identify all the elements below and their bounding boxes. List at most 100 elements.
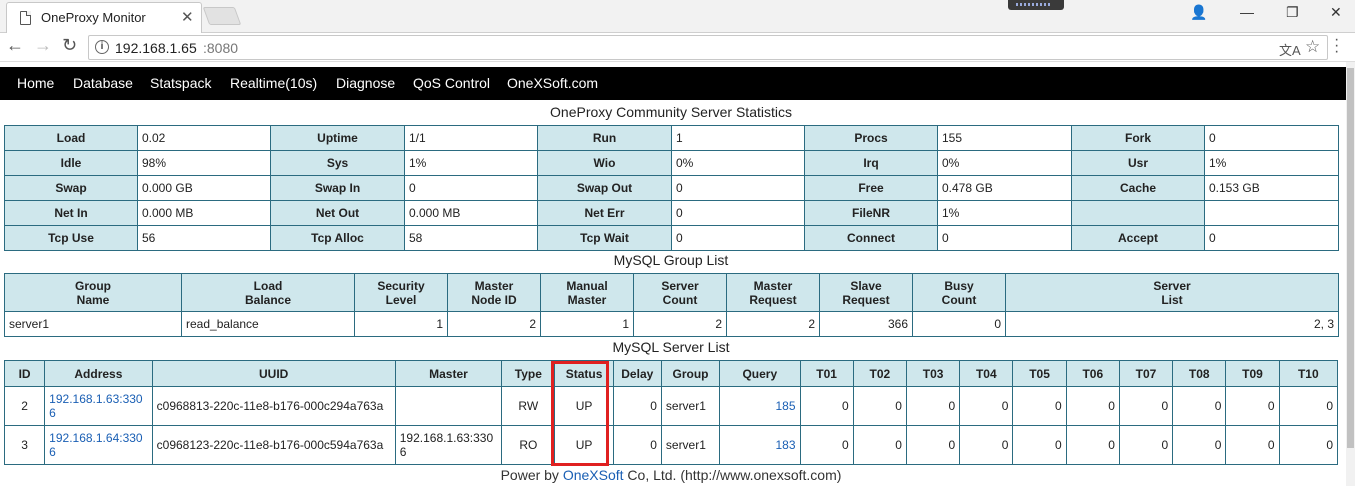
server-cell: 3 [3, 425, 46, 465]
header-line: Group [75, 278, 111, 293]
header-line: Security [377, 278, 425, 293]
header-line: Server [1153, 278, 1191, 293]
browser-menu-icon[interactable]: · · · [1334, 32, 1339, 60]
group-cell: 1 [354, 311, 448, 337]
server-column-header: Master [394, 360, 503, 387]
group-cell: server1 [4, 311, 182, 337]
minimize-icon[interactable]: — [1240, 4, 1254, 20]
header-line: Server [661, 278, 699, 293]
group-list-title: MySQL Group List [613, 252, 729, 268]
url-input[interactable]: i 192.168.1.65 :8080 文A ☆ [88, 35, 1328, 60]
stat-label: Usr [1071, 150, 1205, 176]
server-cell: server1 [660, 386, 721, 426]
url-host: 192.168.1.65 [115, 40, 197, 56]
stat-label: Irq [804, 150, 938, 176]
bookmark-star-icon[interactable]: ☆ [1305, 37, 1320, 57]
group-cell: 2 [726, 311, 820, 337]
close-tab-icon[interactable]: ✕ [181, 8, 194, 26]
header-line: Request [842, 292, 890, 307]
nav-qos-control[interactable]: QoS Control [413, 75, 490, 91]
stat-value: 0.478 GB [937, 175, 1072, 201]
stat-value: 98% [137, 150, 271, 176]
group-cell: 0 [912, 311, 1006, 337]
server-cell: 0 [1012, 386, 1067, 426]
stat-label: Idle [4, 150, 138, 176]
nav-statspack[interactable]: Statspack [150, 75, 211, 91]
close-window-icon[interactable]: ✕ [1330, 4, 1342, 21]
server-list-table: ID Address UUID Master Type Status Delay Group Q… [3, 360, 1339, 465]
group-column-header: Master Request [726, 273, 820, 312]
stat-value: 0.000 MB [137, 200, 271, 226]
stats-row: Load 0.02 Uptime 1/1 Run 1 Procs 155 Fork 0 [4, 125, 1339, 151]
nav-diagnose[interactable]: Diagnose [336, 75, 395, 91]
info-icon[interactable]: i [95, 40, 109, 54]
stat-value: 155 [937, 125, 1072, 151]
header-line: Manual [566, 278, 608, 293]
forward-arrow-icon[interactable]: → [34, 35, 52, 56]
server-cell: 0 [959, 425, 1014, 465]
server-column-header: ID [3, 360, 46, 387]
nav-home[interactable]: Home [17, 75, 54, 91]
header-line: Balance [244, 292, 292, 307]
stat-label: Load [4, 125, 138, 151]
group-column-header: Security Level [354, 273, 448, 312]
server-cell: 0 [1118, 425, 1174, 465]
stat-value: 0 [671, 175, 805, 201]
server-column-header: T08 [1172, 360, 1227, 387]
server-cell: UP [554, 386, 614, 426]
scrollbar-thumb[interactable] [1347, 68, 1354, 448]
stat-value: 56 [137, 225, 271, 251]
server-cell: 185 [719, 386, 801, 426]
stat-label: Connect [804, 225, 938, 251]
group-list-table: Group Name Load Balance Security Level Master N… [4, 273, 1339, 337]
stat-value: 0 [671, 225, 805, 251]
reload-icon[interactable]: ↻ [62, 35, 77, 56]
server-query-link[interactable]: 183 [775, 438, 795, 452]
page-icon [20, 11, 31, 25]
group-cell: 2 [633, 311, 727, 337]
nav-onexsoft[interactable]: OneXSoft.com [507, 75, 598, 91]
stats-row: Net In 0.000 MB Net Out 0.000 MB Net Err 0 Fil… [4, 200, 1339, 226]
group-column-header: Group Name [4, 273, 182, 312]
server-column-header: T04 [959, 360, 1014, 387]
server-address-link[interactable]: 192.168.1.64:3306 [49, 431, 142, 459]
server-cell: 0 [905, 386, 961, 426]
page-scrollbar[interactable] [1346, 62, 1355, 486]
server-column-header: T06 [1065, 360, 1120, 387]
server-address-link[interactable]: 192.168.1.63:3306 [49, 392, 142, 420]
stat-value: 0 [1204, 225, 1339, 251]
group-column-header: Server List [1005, 273, 1339, 312]
stat-label: Wio [537, 150, 672, 176]
browser-tabbar: OneProxy Monitor ✕ 👤 — ❐ ✕ [0, 0, 1355, 34]
browser-tab[interactable]: OneProxy Monitor ✕ [6, 2, 202, 34]
footer-brand-link[interactable]: OneXSoft [563, 467, 624, 483]
group-cell: 2, 3 [1005, 311, 1339, 337]
server-cell: 0 [852, 425, 907, 465]
stat-label: Swap Out [537, 175, 672, 201]
stat-label: Swap [4, 175, 138, 201]
maximize-icon[interactable]: ❐ [1286, 4, 1299, 21]
stat-label: Tcp Use [4, 225, 138, 251]
new-tab-button[interactable] [202, 7, 242, 25]
server-cell: server1 [660, 425, 721, 465]
server-cell: 0 [852, 386, 907, 426]
header-line: Name [76, 292, 110, 307]
server-cell: 0 [612, 386, 662, 426]
header-line: Master [474, 278, 514, 293]
server-cell: 0 [1065, 425, 1120, 465]
server-cell: 0 [1278, 386, 1339, 426]
back-arrow-icon[interactable]: ← [6, 35, 24, 56]
group-column-header: Slave Request [819, 273, 913, 312]
nav-realtime[interactable]: Realtime(10s) [230, 75, 317, 91]
nav-database[interactable]: Database [73, 75, 133, 91]
header-line: Load [253, 278, 283, 293]
stat-value: 0.000 MB [404, 200, 538, 226]
server-cell: 192.168.1.63:3306 [394, 425, 503, 465]
stat-label: Tcp Wait [537, 225, 672, 251]
server-query-link[interactable]: 185 [775, 399, 795, 413]
server-cell: 0 [799, 425, 854, 465]
stat-label: Net Out [270, 200, 405, 226]
account-icon[interactable]: 👤 [1190, 4, 1207, 21]
group-column-header: Manual Master [540, 273, 634, 312]
translate-icon[interactable]: 文A [1279, 40, 1301, 59]
